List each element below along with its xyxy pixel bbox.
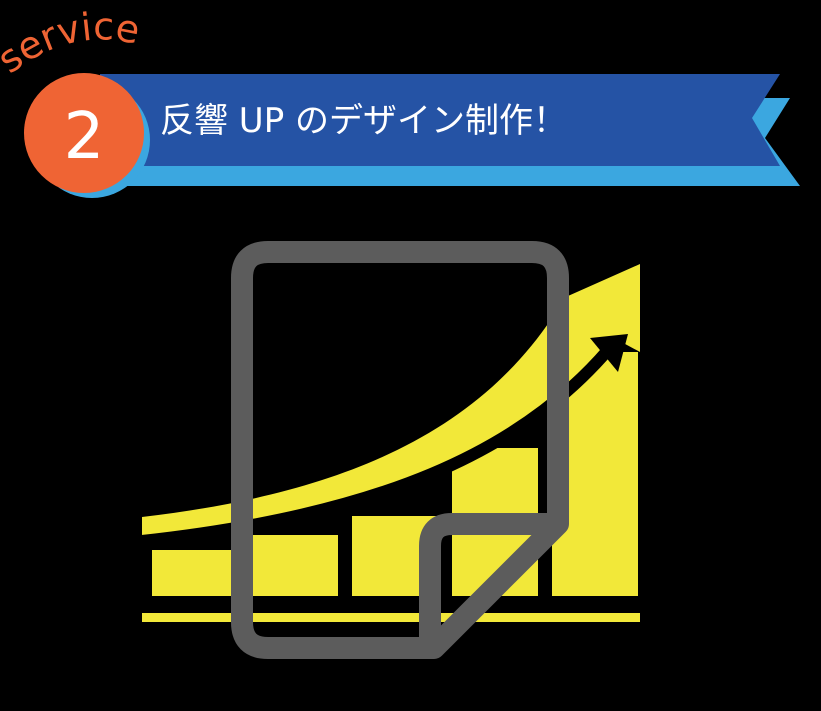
banner-title: 反響 UP のデザイン制作！ [160,101,567,141]
title-ribbon: 反響 UP のデザイン制作！ [100,74,800,186]
chart-baseline [142,613,640,622]
service-illustration: 反響 UP のデザイン制作！ 2 service [0,4,800,659]
chart-bar-1 [152,550,234,596]
badge-number: 2 [64,100,105,174]
service-label: service [0,4,143,81]
chart-bar-2 [252,535,338,596]
